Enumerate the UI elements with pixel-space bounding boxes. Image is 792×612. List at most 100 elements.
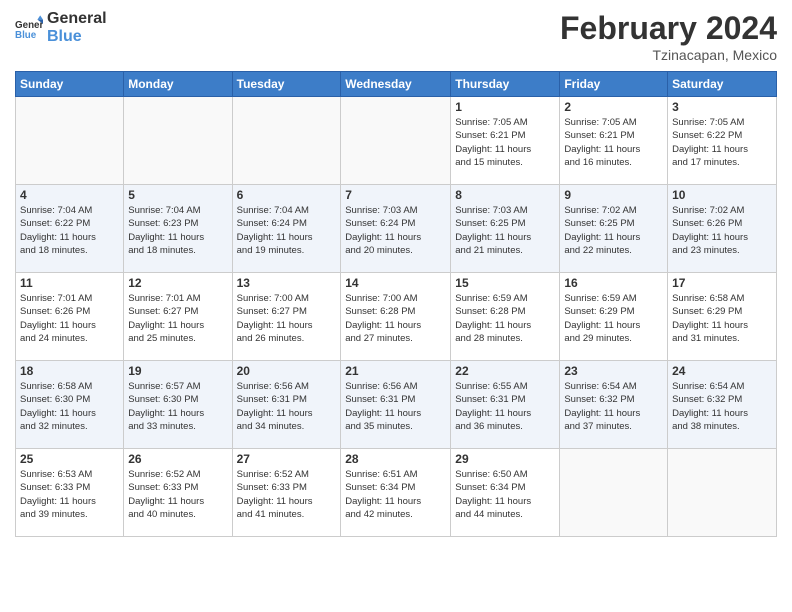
calendar-cell	[232, 97, 341, 185]
day-number: 3	[672, 100, 772, 114]
calendar-cell: 19 Sunrise: 6:57 AM Sunset: 6:30 PM Dayli…	[124, 361, 232, 449]
weekday-saturday: Saturday	[668, 72, 777, 97]
weekday-tuesday: Tuesday	[232, 72, 341, 97]
calendar-cell: 11 Sunrise: 7:01 AM Sunset: 6:26 PM Dayli…	[16, 273, 124, 361]
logo: General Blue General Blue	[15, 10, 107, 46]
day-number: 20	[237, 364, 337, 378]
week-row-3: 11 Sunrise: 7:01 AM Sunset: 6:26 PM Dayli…	[16, 273, 777, 361]
day-info: Sunrise: 7:03 AM Sunset: 6:24 PM Dayligh…	[345, 204, 446, 257]
calendar-cell: 2 Sunrise: 7:05 AM Sunset: 6:21 PM Daylig…	[560, 97, 668, 185]
svg-text:Blue: Blue	[15, 30, 37, 41]
calendar-cell	[668, 449, 777, 537]
calendar-cell	[341, 97, 451, 185]
day-info: Sunrise: 6:56 AM Sunset: 6:31 PM Dayligh…	[237, 380, 337, 433]
calendar-cell: 13 Sunrise: 7:00 AM Sunset: 6:27 PM Dayli…	[232, 273, 341, 361]
day-number: 19	[128, 364, 227, 378]
calendar-cell: 25Sunrise: 6:53 AM Sunset: 6:33 PM Dayli…	[16, 449, 124, 537]
calendar-cell: 14 Sunrise: 7:00 AM Sunset: 6:28 PM Dayli…	[341, 273, 451, 361]
day-number: 23	[564, 364, 663, 378]
header: General Blue General Blue February 2024 …	[15, 10, 777, 63]
day-number: 18	[20, 364, 119, 378]
calendar-cell: 22Sunrise: 6:55 AM Sunset: 6:31 PM Dayli…	[451, 361, 560, 449]
day-info: Sunrise: 7:04 AM Sunset: 6:22 PM Dayligh…	[20, 204, 119, 257]
calendar-cell: 9 Sunrise: 7:02 AM Sunset: 6:25 PM Daylig…	[560, 185, 668, 273]
day-info: Sunrise: 7:05 AM Sunset: 6:21 PM Dayligh…	[455, 116, 555, 169]
calendar-cell: 26 Sunrise: 6:52 AM Sunset: 6:33 PM Dayli…	[124, 449, 232, 537]
month-year: February 2024	[560, 10, 777, 47]
calendar-cell: 29 Sunrise: 6:50 AM Sunset: 6:34 PM Dayli…	[451, 449, 560, 537]
day-info: Sunrise: 7:01 AM Sunset: 6:27 PM Dayligh…	[128, 292, 227, 345]
day-number: 15	[455, 276, 555, 290]
day-info: Sunrise: 7:05 AM Sunset: 6:21 PM Dayligh…	[564, 116, 663, 169]
day-number: 24	[672, 364, 772, 378]
weekday-friday: Friday	[560, 72, 668, 97]
calendar-cell: 28 Sunrise: 6:51 AM Sunset: 6:34 PM Dayli…	[341, 449, 451, 537]
day-info: Sunrise: 6:59 AM Sunset: 6:29 PM Dayligh…	[564, 292, 663, 345]
calendar-cell: 20 Sunrise: 6:56 AM Sunset: 6:31 PM Dayli…	[232, 361, 341, 449]
calendar-cell: 10 Sunrise: 7:02 AM Sunset: 6:26 PM Dayli…	[668, 185, 777, 273]
day-info: Sunrise: 6:54 AM Sunset: 6:32 PM Dayligh…	[672, 380, 772, 433]
day-number: 25	[20, 452, 119, 466]
day-info: Sunrise: 7:03 AM Sunset: 6:25 PM Dayligh…	[455, 204, 555, 257]
calendar-cell: 23 Sunrise: 6:54 AM Sunset: 6:32 PM Dayli…	[560, 361, 668, 449]
calendar-cell: 27Sunrise: 6:52 AM Sunset: 6:33 PM Dayli…	[232, 449, 341, 537]
location: Tzinacapan, Mexico	[560, 47, 777, 63]
calendar-cell: 12 Sunrise: 7:01 AM Sunset: 6:27 PM Dayli…	[124, 273, 232, 361]
calendar-cell: 8 Sunrise: 7:03 AM Sunset: 6:25 PM Daylig…	[451, 185, 560, 273]
calendar-cell: 17 Sunrise: 6:58 AM Sunset: 6:29 PM Dayli…	[668, 273, 777, 361]
day-number: 8	[455, 188, 555, 202]
day-info: Sunrise: 7:04 AM Sunset: 6:24 PM Dayligh…	[237, 204, 337, 257]
weekday-header-row: SundayMondayTuesdayWednesdayThursdayFrid…	[16, 72, 777, 97]
day-info: Sunrise: 7:02 AM Sunset: 6:25 PM Dayligh…	[564, 204, 663, 257]
day-number: 14	[345, 276, 446, 290]
day-info: Sunrise: 7:00 AM Sunset: 6:27 PM Dayligh…	[237, 292, 337, 345]
day-number: 13	[237, 276, 337, 290]
calendar-cell: 18Sunrise: 6:58 AM Sunset: 6:30 PM Dayli…	[16, 361, 124, 449]
day-info: Sunrise: 7:05 AM Sunset: 6:22 PM Dayligh…	[672, 116, 772, 169]
calendar-cell: 24 Sunrise: 6:54 AM Sunset: 6:32 PM Dayli…	[668, 361, 777, 449]
calendar-table: SundayMondayTuesdayWednesdayThursdayFrid…	[15, 71, 777, 537]
week-row-5: 25Sunrise: 6:53 AM Sunset: 6:33 PM Dayli…	[16, 449, 777, 537]
day-number: 11	[20, 276, 119, 290]
day-number: 2	[564, 100, 663, 114]
day-number: 26	[128, 452, 227, 466]
calendar-cell: 4 Sunrise: 7:04 AM Sunset: 6:22 PM Daylig…	[16, 185, 124, 273]
day-number: 29	[455, 452, 555, 466]
day-info: Sunrise: 6:58 AM Sunset: 6:29 PM Dayligh…	[672, 292, 772, 345]
week-row-1: 1 Sunrise: 7:05 AM Sunset: 6:21 PM Daylig…	[16, 97, 777, 185]
logo-blue: Blue	[47, 28, 107, 46]
day-number: 28	[345, 452, 446, 466]
day-number: 16	[564, 276, 663, 290]
day-info: Sunrise: 6:54 AM Sunset: 6:32 PM Dayligh…	[564, 380, 663, 433]
day-info: Sunrise: 7:01 AM Sunset: 6:26 PM Dayligh…	[20, 292, 119, 345]
calendar-cell: 15 Sunrise: 6:59 AM Sunset: 6:28 PM Dayli…	[451, 273, 560, 361]
calendar-cell: 7 Sunrise: 7:03 AM Sunset: 6:24 PM Daylig…	[341, 185, 451, 273]
calendar-cell	[560, 449, 668, 537]
day-info: Sunrise: 6:52 AM Sunset: 6:33 PM Dayligh…	[237, 468, 337, 521]
day-info: Sunrise: 7:04 AM Sunset: 6:23 PM Dayligh…	[128, 204, 227, 257]
day-info: Sunrise: 6:51 AM Sunset: 6:34 PM Dayligh…	[345, 468, 446, 521]
day-number: 6	[237, 188, 337, 202]
weekday-monday: Monday	[124, 72, 232, 97]
day-number: 21	[345, 364, 446, 378]
day-info: Sunrise: 6:59 AM Sunset: 6:28 PM Dayligh…	[455, 292, 555, 345]
day-number: 17	[672, 276, 772, 290]
calendar-cell: 6 Sunrise: 7:04 AM Sunset: 6:24 PM Daylig…	[232, 185, 341, 273]
day-info: Sunrise: 6:57 AM Sunset: 6:30 PM Dayligh…	[128, 380, 227, 433]
day-number: 1	[455, 100, 555, 114]
day-number: 10	[672, 188, 772, 202]
day-info: Sunrise: 7:02 AM Sunset: 6:26 PM Dayligh…	[672, 204, 772, 257]
day-number: 7	[345, 188, 446, 202]
day-info: Sunrise: 6:56 AM Sunset: 6:31 PM Dayligh…	[345, 380, 446, 433]
calendar-cell: 1 Sunrise: 7:05 AM Sunset: 6:21 PM Daylig…	[451, 97, 560, 185]
calendar-cell: 5Sunrise: 7:04 AM Sunset: 6:23 PM Daylig…	[124, 185, 232, 273]
weekday-sunday: Sunday	[16, 72, 124, 97]
weekday-thursday: Thursday	[451, 72, 560, 97]
day-info: Sunrise: 7:00 AM Sunset: 6:28 PM Dayligh…	[345, 292, 446, 345]
day-number: 9	[564, 188, 663, 202]
page: General Blue General Blue February 2024 …	[0, 0, 792, 612]
day-info: Sunrise: 6:50 AM Sunset: 6:34 PM Dayligh…	[455, 468, 555, 521]
day-info: Sunrise: 6:52 AM Sunset: 6:33 PM Dayligh…	[128, 468, 227, 521]
day-number: 4	[20, 188, 119, 202]
day-number: 12	[128, 276, 227, 290]
